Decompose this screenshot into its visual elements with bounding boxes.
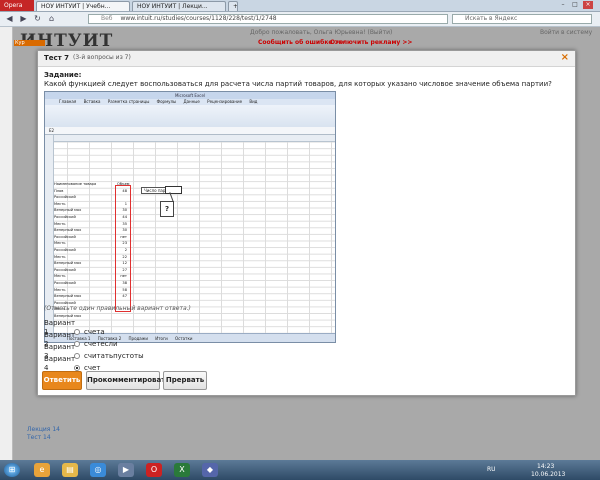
test-dialog: Тест 7 (3-й вопросы из 7) × Задание: Как… [37,50,576,396]
clock-date[interactable]: 10.06.2013 [531,471,565,478]
media-icon[interactable]: ▶ [118,463,134,477]
tab-lecture[interactable]: НОУ ИНТУИТ | Лекци... [132,1,226,11]
opera-sidebar [0,27,13,460]
cell-product: Российский [54,248,76,252]
chrome-icon[interactable]: ◎ [90,463,106,477]
ribbon-tab: Формулы [156,99,177,104]
ribbon-tab: Вид [249,99,258,104]
language-indicator[interactable]: RU [487,466,496,473]
ribbon-tab: Главная [59,99,77,104]
cell-product: Российский [54,267,76,272]
greeting-text: Добро пожаловать, Ольга Юрьевна! (Выйти) [250,29,393,36]
name-box: E2 [49,128,55,133]
cell-product: Венерный мох [54,261,82,266]
bottom-lecture-link[interactable]: Лекция 14 [27,426,60,433]
question-callout: ? [160,201,174,217]
reload-icon[interactable]: ↻ [32,14,43,24]
ribbon-tab: Данные [183,99,200,104]
folder-icon[interactable]: ▤ [62,463,78,477]
address-bar[interactable]: Веб www.intuit.ru/studies/courses/1128/2… [88,14,448,24]
answer-hint: (Отметьте один правильный вариант ответа… [44,305,191,312]
cell-product: Венерный мох [54,314,82,318]
task-title: Задание: [44,71,82,79]
browser-nav-bar: ◀ ▶ ↻ ⌂ Веб www.intuit.ru/studies/course… [0,12,600,27]
excel-icon[interactable]: X [174,463,190,477]
search-input[interactable]: Искать в Яндекс [452,14,592,24]
sheet-tab: Остатки [175,336,193,341]
highlight-frame [115,185,131,312]
comment-button[interactable]: Прокомментировать [86,371,170,390]
dialog-header: Тест 7 (3-й вопросы из 7) × [38,51,575,67]
option-1[interactable]: Вариант 1 счета [44,319,105,336]
option-2[interactable]: Вариант 2 счетесли [44,331,118,348]
cell-product: Венерный мох [54,294,82,299]
windows-taskbar: ⊞ e ▤ ◎ ▶ O X ◆ RU 14:23 10.06.2013 [0,460,600,480]
new-tab-button[interactable]: + [228,1,238,11]
minimize-icon[interactable]: – [558,1,568,9]
excel-title: Microsoft Excel [45,92,335,99]
maximize-icon[interactable]: □ [570,1,580,9]
excel-grid [45,135,335,333]
close-window-icon[interactable]: × [583,1,593,9]
sheet-tab: Итоги [155,336,168,341]
header-product: Наименование товара [54,182,97,186]
ribbon-tab: Рецензирование [207,99,243,104]
excel-ribbon [45,105,335,128]
submit-button[interactable]: Ответить [42,371,82,390]
cell-product: Месть [54,201,66,206]
cell-product: Месть [54,274,66,279]
home-icon[interactable]: ⌂ [46,14,57,24]
cell-product: Российский [54,215,76,219]
excel-row-headers [45,135,54,333]
cell-product: Российский [54,195,76,200]
app-icon[interactable]: ◆ [202,463,218,477]
cell-product: Российский [54,281,76,285]
login-link[interactable]: Войти в систему [540,29,592,36]
left-nav-label[interactable]: Кур [14,40,45,46]
cell-product: Венерный мох [54,228,82,233]
cell-product: Месть [54,221,66,226]
cell-product: Месть [54,287,66,292]
excel-formula-bar: E2 [45,127,335,135]
ribbon-tab: Разметка страницы [107,99,150,104]
excel-column-headers [45,135,335,142]
ie-icon[interactable]: e [34,463,50,477]
cell-product: Венерный мох [54,208,82,213]
clock-time[interactable]: 14:23 [537,463,554,470]
url-site-label: Веб [101,15,113,22]
close-icon[interactable]: × [561,52,569,63]
back-icon[interactable]: ◀ [4,14,15,24]
cell-product: Месть [54,254,66,259]
cell-product: Плов [54,188,64,193]
bottom-test-link[interactable]: Тест 14 [27,434,51,441]
browser-tab-bar: Opera НОУ ИНТУИТ | Учебн... НОУ ИНТУИТ |… [0,0,600,12]
ribbon-tab: Вставка [83,99,101,104]
forward-icon[interactable]: ▶ [18,14,29,24]
sheet-tab: Продажи [128,336,148,341]
dialog-title: Тест 7 [44,54,70,62]
start-icon[interactable]: ⊞ [4,463,20,477]
opera-menu-button[interactable]: Opera [0,0,34,11]
url-text: www.intuit.ru/studies/courses/1128/228/t… [120,15,277,22]
abort-button[interactable]: Прервать [163,371,207,390]
ads-off-link[interactable]: Отключить рекламу >> [330,39,412,46]
cell-product: Российский [54,234,76,239]
question-text: Какой функцией следует воспользоваться д… [44,80,552,88]
cell-product: Месть [54,241,66,246]
option-4[interactable]: Вариант 4 счет [44,355,100,372]
option-3[interactable]: Вариант 3 считатьпустоты [44,343,144,360]
dialog-subtitle: (3-й вопросы из 7) [73,54,131,61]
count-result-cell [165,186,182,194]
opera-icon[interactable]: O [146,463,162,477]
tab-course[interactable]: НОУ ИНТУИТ | Учебн... [36,1,130,11]
